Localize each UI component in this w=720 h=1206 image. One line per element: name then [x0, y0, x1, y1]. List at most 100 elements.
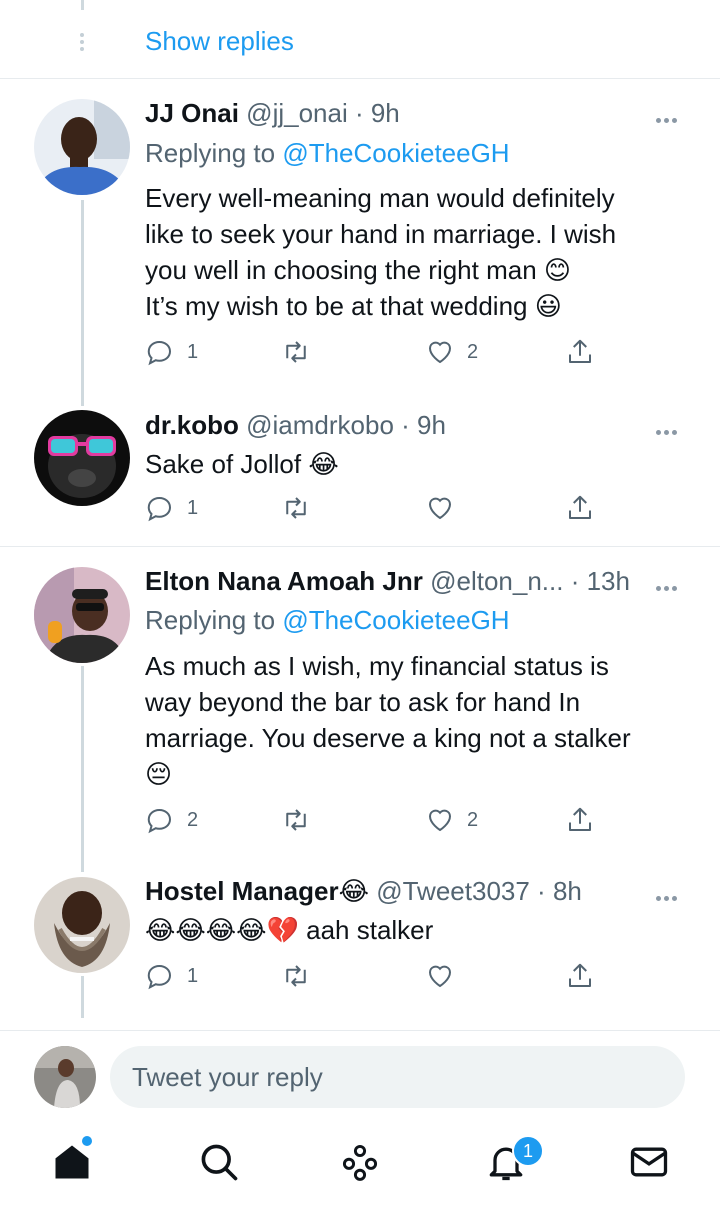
retweet-button[interactable] — [281, 960, 323, 992]
reply-input[interactable]: Tweet your reply — [110, 1046, 685, 1108]
reply-count: 1 — [187, 964, 199, 987]
separator: · — [563, 566, 587, 596]
retweet-icon — [286, 497, 306, 519]
notifications-badge: 1 — [512, 1135, 544, 1167]
like-count: 2 — [467, 340, 479, 363]
author-handle[interactable]: @jj_onai — [246, 98, 348, 128]
tweet-text-line: Sake of Jollof 😂 — [145, 449, 339, 479]
author-handle[interactable]: @Tweet3037 — [376, 876, 530, 906]
replying-to: Replying to @TheCookieteeGH — [145, 138, 510, 169]
share-icon — [569, 339, 591, 363]
tweet-text-line: 😂😂😂😂💔 aah stalker — [145, 915, 434, 945]
like-count: 2 — [467, 808, 479, 831]
reply-count: 2 — [187, 808, 199, 831]
replying-to-link[interactable]: @TheCookieteeGH — [282, 138, 509, 168]
reply-icon — [147, 964, 172, 990]
tweet-text-line: like to seek your hand in marriage. I wi… — [145, 219, 617, 249]
share-button[interactable] — [565, 804, 595, 836]
tweet-text: 😂😂😂😂💔 aah stalker — [145, 912, 685, 948]
retweet-icon — [286, 965, 306, 987]
show-replies-link[interactable]: Show replies — [145, 26, 294, 57]
timestamp[interactable]: 9h — [371, 98, 400, 128]
avatar-dr-kobo[interactable] — [34, 410, 130, 506]
mail-icon — [630, 1147, 668, 1177]
spaces-icon — [342, 1144, 378, 1181]
spaces-tab[interactable] — [338, 1140, 382, 1184]
retweet-button[interactable] — [281, 492, 323, 524]
home-tab[interactable] — [50, 1140, 94, 1184]
tweet-header: dr.kobo @iamdrkobo · 9h — [145, 410, 446, 441]
divider — [0, 78, 720, 79]
search-icon — [201, 1144, 238, 1181]
reply-count: 1 — [187, 340, 199, 363]
tweet-text-line: marriage. You deserve a king not a stalk… — [145, 723, 631, 753]
thread-line — [81, 976, 84, 1018]
share-button[interactable] — [565, 960, 595, 992]
more-options-icon[interactable] — [656, 888, 682, 901]
tweet-text-line: It’s my wish to be at that wedding 😃 — [145, 291, 562, 321]
author-name[interactable]: Elton Nana Amoah Jnr — [145, 566, 423, 596]
replying-to-link[interactable]: @TheCookieteeGH — [282, 605, 509, 635]
author-name[interactable]: JJ Onai — [145, 98, 239, 128]
tweet-actions: 1 — [145, 960, 605, 992]
separator: · — [393, 410, 418, 440]
home-icon — [55, 1145, 89, 1179]
like-button[interactable] — [425, 492, 467, 524]
my-avatar[interactable] — [34, 1046, 96, 1108]
thread-line — [81, 200, 84, 406]
replying-prefix: Replying to — [145, 605, 283, 635]
author-name[interactable]: dr.kobo — [145, 410, 239, 440]
retweet-icon — [286, 809, 306, 831]
heart-icon — [428, 965, 452, 988]
author-name[interactable]: Hostel Manager😂 — [145, 876, 369, 906]
avatar-jj-onai[interactable] — [34, 99, 130, 195]
tweet-text-line: As much as I wish, my financial status i… — [145, 651, 609, 681]
thread-line — [81, 666, 84, 872]
reply-button[interactable]: 2 — [145, 804, 198, 836]
timestamp[interactable]: 9h — [417, 410, 446, 440]
tweet-text: As much as I wish, my financial status i… — [145, 648, 685, 792]
reply-icon — [147, 496, 172, 522]
like-button[interactable]: 2 — [425, 336, 478, 368]
reply-button[interactable]: 1 — [145, 960, 198, 992]
heart-icon — [428, 341, 452, 364]
more-replies-dots — [80, 30, 86, 54]
avatar-hostel-manager[interactable] — [34, 877, 130, 973]
retweet-button[interactable] — [281, 336, 323, 368]
more-options-icon[interactable] — [656, 422, 682, 435]
tweet-text-line: way beyond the bar to ask for hand In — [145, 687, 581, 717]
divider — [0, 546, 720, 547]
timestamp[interactable]: 8h — [553, 876, 582, 906]
replying-prefix: Replying to — [145, 138, 283, 168]
search-tab[interactable] — [197, 1140, 241, 1184]
reply-button[interactable]: 1 — [145, 336, 198, 368]
separator: · — [529, 876, 553, 906]
tweet-actions: 2 2 — [145, 804, 605, 836]
tweet-text-line: 😔 — [145, 759, 173, 789]
avatar-elton[interactable] — [34, 567, 130, 663]
tweet-header: Hostel Manager😂 @Tweet3037 · 8h — [145, 876, 582, 907]
author-handle[interactable]: @elton_n... — [430, 566, 563, 596]
share-button[interactable] — [565, 336, 595, 368]
timestamp[interactable]: 13h — [587, 566, 630, 596]
more-options-icon[interactable] — [656, 578, 682, 591]
tweet-header: Elton Nana Amoah Jnr @elton_n... · 13h — [145, 566, 630, 597]
reply-button[interactable]: 1 — [145, 492, 198, 524]
separator: · — [347, 98, 371, 128]
share-icon — [569, 963, 591, 987]
author-handle[interactable]: @iamdrkobo — [246, 410, 394, 440]
home-unread-dot — [82, 1136, 92, 1146]
retweet-button[interactable] — [281, 804, 323, 836]
reply-icon — [147, 808, 172, 834]
like-button[interactable]: 2 — [425, 804, 478, 836]
tweet-actions: 1 — [145, 492, 605, 524]
share-button[interactable] — [565, 492, 595, 524]
tweet-header: JJ Onai @jj_onai · 9h — [145, 98, 400, 129]
more-options-icon[interactable] — [656, 110, 682, 123]
tweet-text-line: you well in choosing the right man 😊 — [145, 255, 571, 285]
tweet-actions: 1 2 — [145, 336, 605, 368]
divider — [0, 1030, 720, 1031]
like-button[interactable] — [425, 960, 467, 992]
share-icon — [569, 807, 591, 831]
messages-tab[interactable] — [627, 1140, 671, 1184]
